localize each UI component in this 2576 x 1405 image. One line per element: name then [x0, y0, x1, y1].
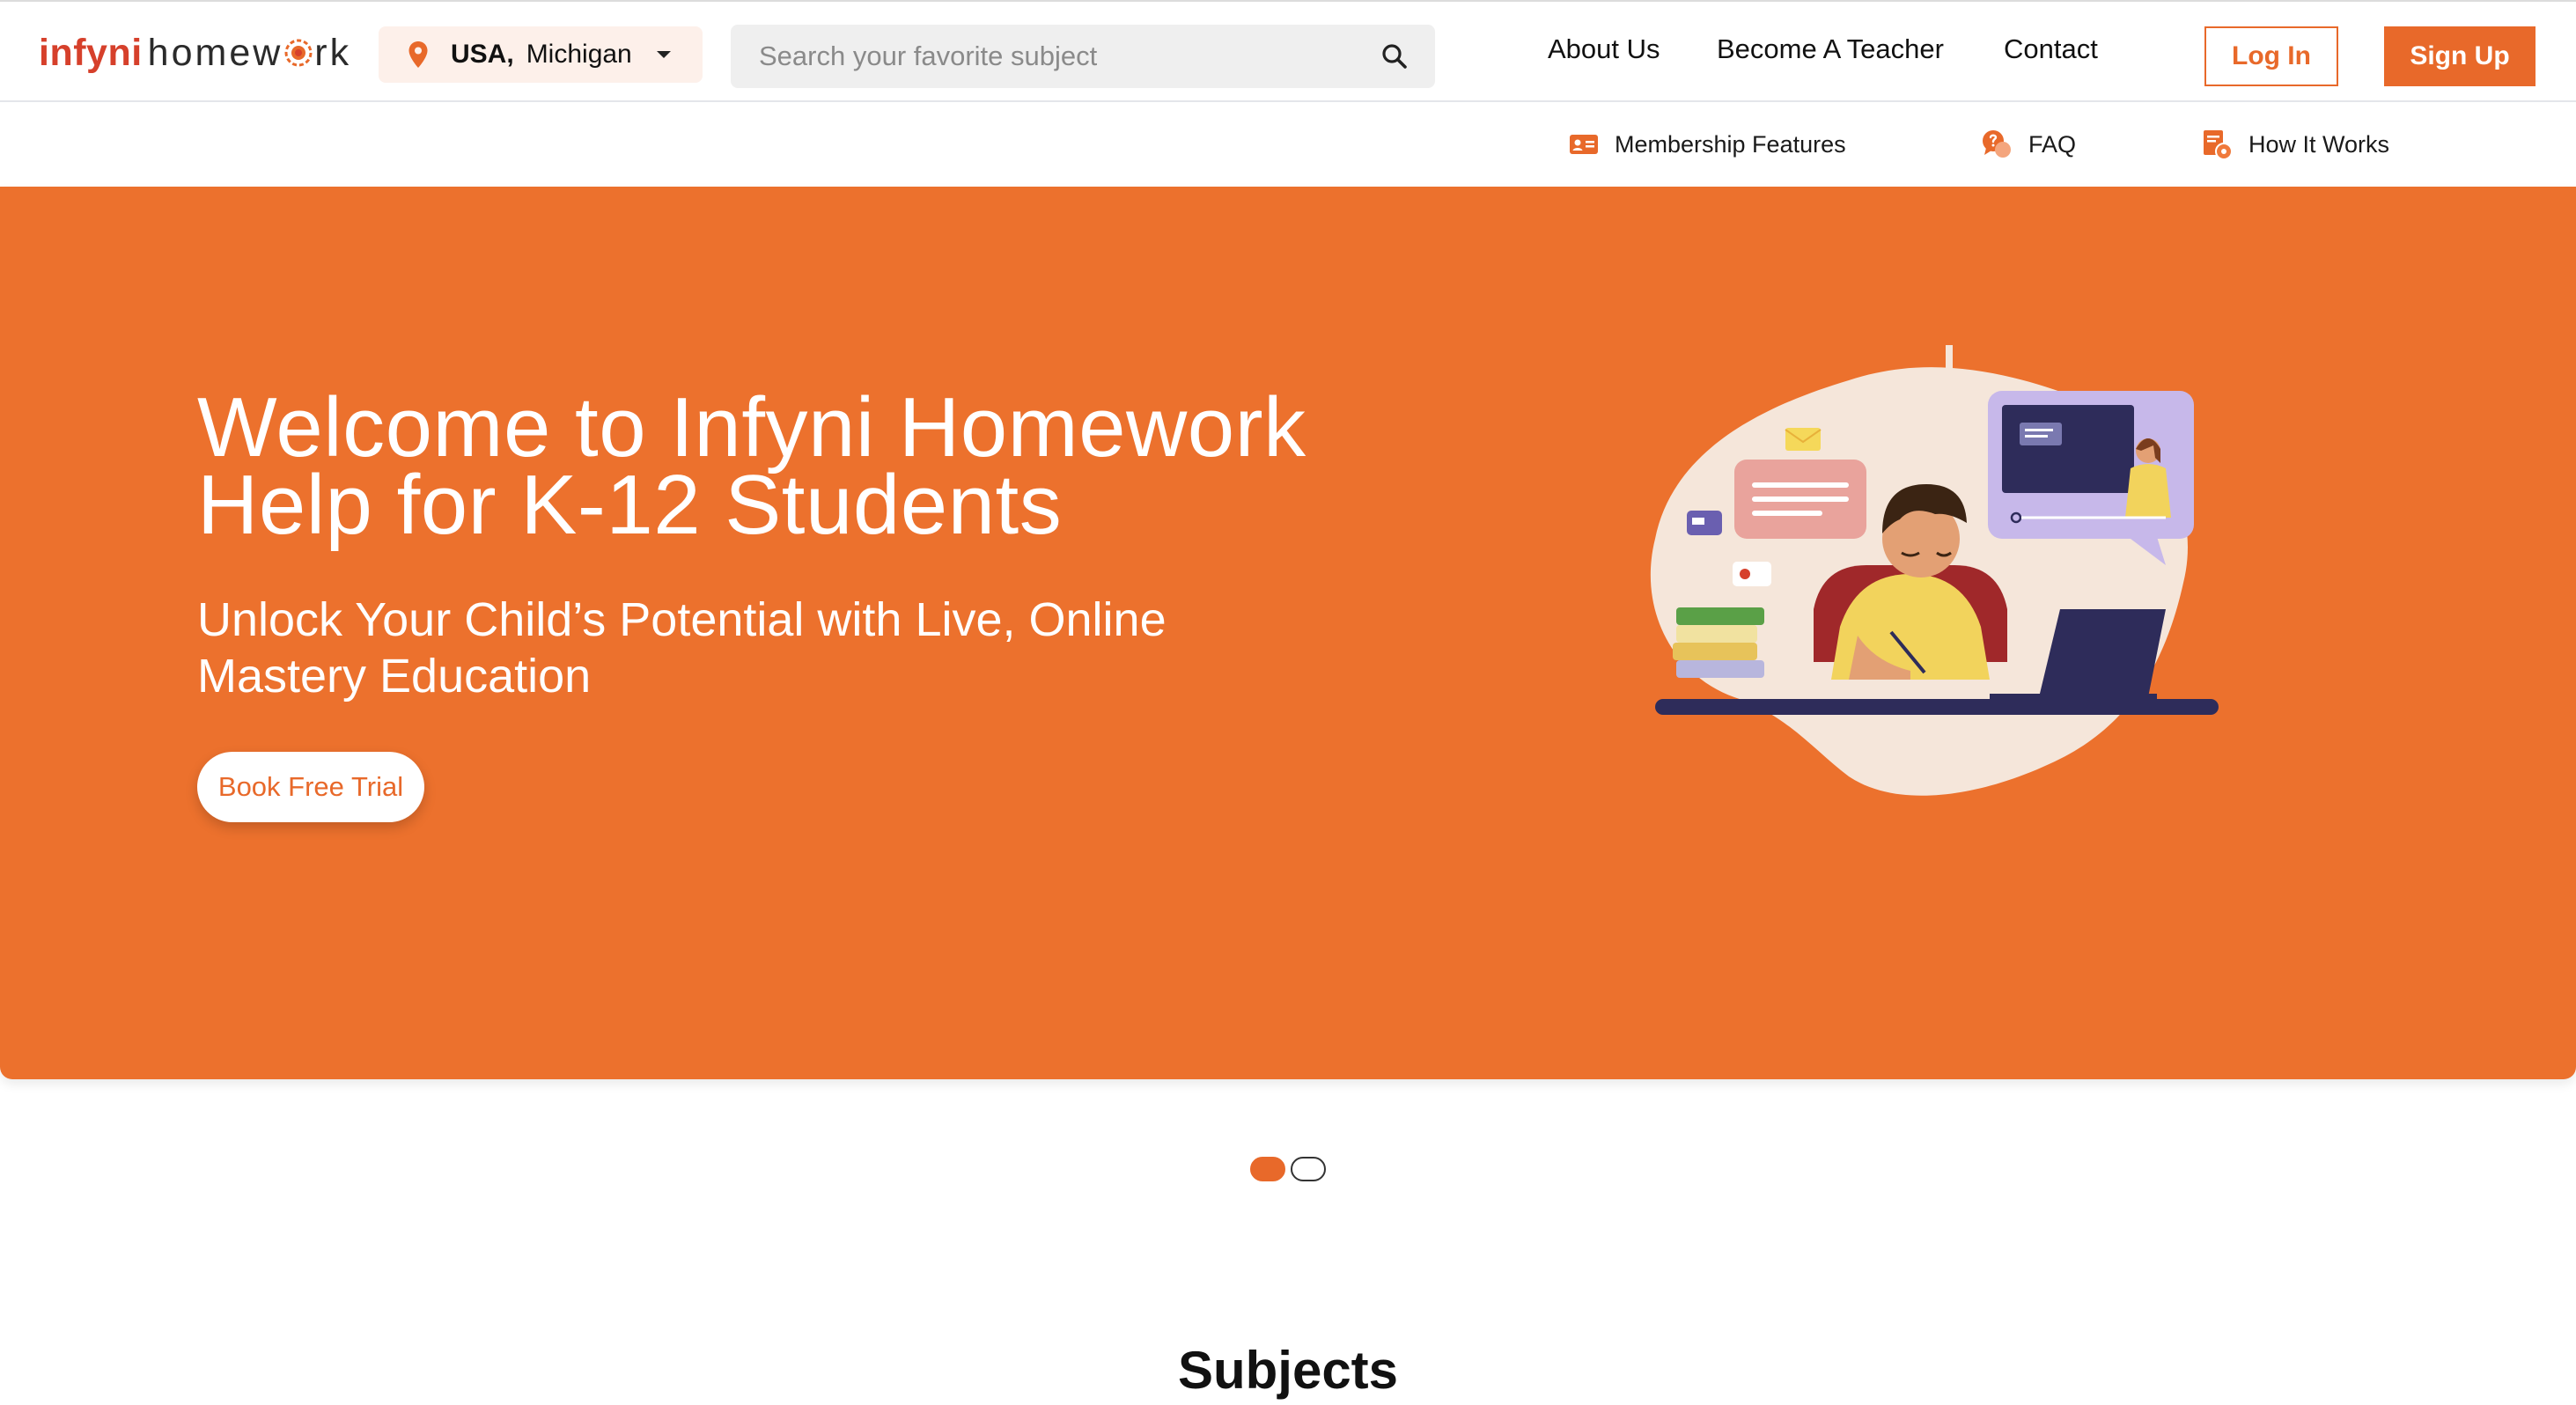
logo-text-homew: homew — [147, 31, 283, 74]
carousel-dot-2[interactable] — [1291, 1157, 1326, 1181]
hero-subtitle: Unlock Your Child’s Potential with Live,… — [197, 593, 1167, 702]
logo-text-rk: rk — [314, 31, 352, 74]
settings-document-icon — [2204, 130, 2233, 160]
subnav-membership-label: Membership Features — [1615, 130, 1846, 158]
book-free-trial-button[interactable]: Book Free Trial — [197, 752, 424, 822]
nav-become-teacher[interactable]: Become A Teacher — [1717, 33, 1944, 65]
logo-swirl-icon — [284, 39, 313, 67]
chevron-down-icon — [656, 51, 671, 58]
location-selector[interactable]: USA, Michigan — [379, 26, 703, 83]
nav-about-us[interactable]: About Us — [1548, 33, 1660, 65]
login-button[interactable]: Log In — [2204, 26, 2338, 86]
search-bar — [731, 25, 1435, 88]
logo-text-homework: homew rk — [148, 32, 351, 75]
id-card-icon — [1570, 135, 1598, 154]
search-icon[interactable] — [1380, 42, 1409, 70]
subnav-how-label: How It Works — [2248, 130, 2390, 158]
signup-button[interactable]: Sign Up — [2384, 26, 2536, 86]
search-input[interactable] — [759, 40, 1358, 72]
subnav-membership-features[interactable]: Membership Features — [1569, 127, 1846, 162]
hero-banner: Welcome to Infyni Homework Help for K-12… — [0, 187, 2576, 1079]
faq-chat-icon — [1983, 130, 2011, 158]
hero-title: Welcome to Infyni Homework Help for K-12… — [197, 380, 1306, 552]
student-online-class-illustration — [1650, 345, 2219, 796]
subnav-faq-label: FAQ — [2028, 130, 2077, 158]
location-country: USA, — [451, 40, 514, 69]
subnav-how-it-works[interactable]: How It Works — [2201, 127, 2389, 162]
secondary-nav: Membership Features FAQ How It Works — [0, 102, 2576, 187]
location-pin-icon — [408, 41, 428, 68]
location-state: Michigan — [526, 40, 632, 69]
nav-contact[interactable]: Contact — [2004, 33, 2098, 65]
carousel-indicators — [1250, 1157, 1326, 1181]
logo-text-infyni: infyni — [39, 31, 143, 74]
subjects-heading: Subjects — [1177, 1341, 1399, 1400]
top-header: infyni homew rk USA, Michigan About Us B… — [0, 0, 2576, 102]
infyni-logo[interactable]: infyni homew rk — [39, 28, 351, 77]
subnav-faq[interactable]: FAQ — [1981, 127, 2076, 162]
carousel-dot-1[interactable] — [1250, 1157, 1285, 1181]
